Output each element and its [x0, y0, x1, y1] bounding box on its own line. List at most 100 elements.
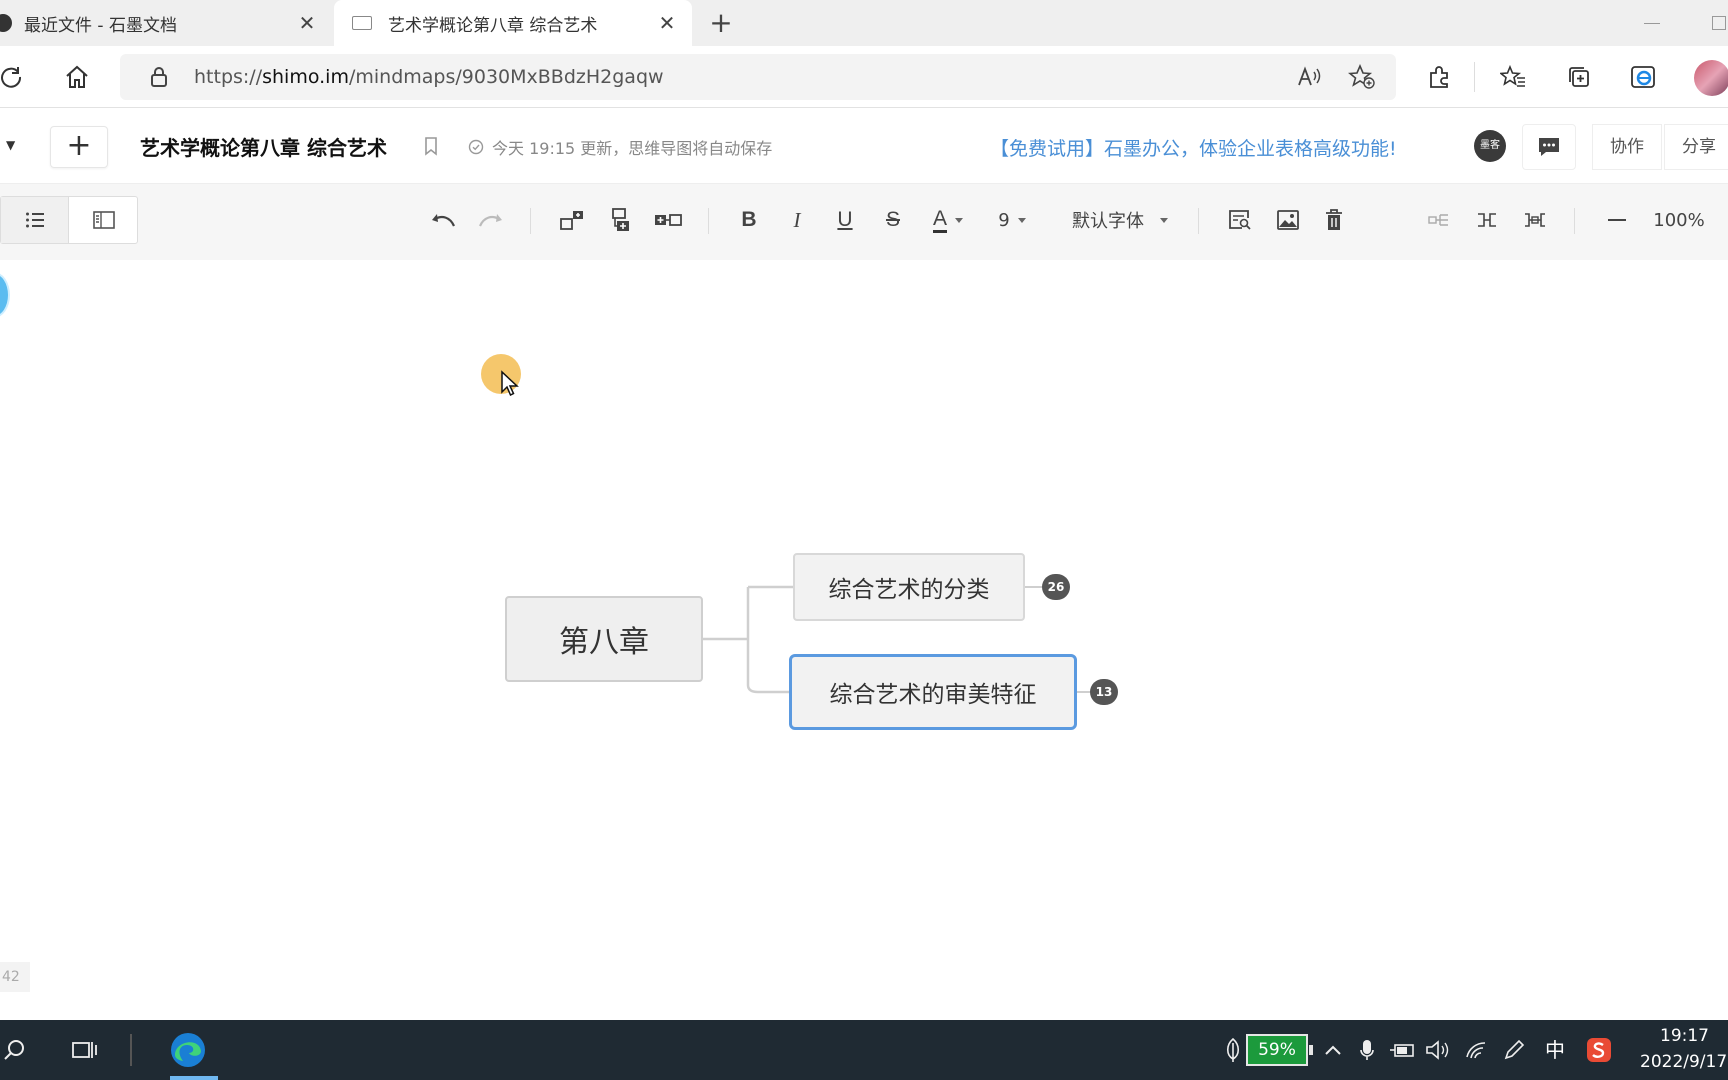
- page-indicator: 42: [0, 962, 30, 992]
- add-child-node-icon: [560, 211, 583, 230]
- minimize-window-button[interactable]: [1642, 12, 1662, 32]
- underline-button[interactable]: U: [830, 202, 860, 238]
- share-button[interactable]: 分享: [1664, 124, 1728, 170]
- bookmark-icon[interactable]: [424, 136, 438, 156]
- dropdown-caret-icon: [1017, 217, 1026, 223]
- layout-left-icon: [1428, 214, 1448, 226]
- layout-both-icon: [1525, 213, 1545, 227]
- divider: [1474, 62, 1475, 92]
- collapsed-count-badge[interactable]: 26: [1042, 574, 1070, 600]
- search-icon[interactable]: [0, 1032, 30, 1068]
- leaf-power-icon[interactable]: [1222, 1032, 1244, 1068]
- volume-icon[interactable]: [1424, 1032, 1452, 1068]
- sogou-ime-icon[interactable]: [1584, 1032, 1614, 1068]
- font-family-value: 默认字体: [1072, 211, 1144, 232]
- input-method-indicator[interactable]: 中: [1545, 1034, 1565, 1063]
- new-document-button[interactable]: +: [50, 126, 108, 168]
- view-toggle: [0, 196, 138, 244]
- insert-note-button[interactable]: [1224, 202, 1256, 238]
- power-plug-icon[interactable]: [1388, 1032, 1416, 1068]
- redo-button[interactable]: [474, 202, 508, 238]
- font-color-button[interactable]: A: [926, 202, 970, 238]
- wifi-icon[interactable]: [1462, 1032, 1490, 1068]
- italic-button[interactable]: I: [782, 202, 812, 238]
- edge-browser-icon[interactable]: [166, 1032, 210, 1068]
- url-text[interactable]: https://shimo.im/mindmaps/9030MxBBdzH2ga…: [194, 66, 664, 88]
- close-tab-icon[interactable]: ✕: [296, 12, 318, 34]
- maximize-window-button[interactable]: [1712, 16, 1726, 30]
- promo-link[interactable]: 【免费试用】石墨办公，体验企业表格高级功能!: [990, 134, 1397, 161]
- mindmap-child-node-selected[interactable]: 综合艺术的审美特征: [789, 654, 1077, 730]
- list-view-button[interactable]: [1, 197, 69, 243]
- lock-icon[interactable]: [150, 67, 168, 91]
- mindmap-canvas[interactable]: [0, 260, 1728, 1020]
- list-icon: [25, 212, 44, 228]
- layout-center-button[interactable]: [1472, 202, 1502, 238]
- tab-recent-files[interactable]: 最近文件 - 石墨文档 ✕: [0, 0, 332, 46]
- saved-check-icon: [468, 139, 484, 155]
- shimo-favicon-icon: [0, 14, 12, 32]
- bold-button[interactable]: B: [734, 202, 764, 238]
- read-aloud-icon[interactable]: [1296, 64, 1322, 94]
- tab-label: 艺术学概论第八章 综合艺术: [388, 15, 598, 36]
- document-title[interactable]: 艺术学概论第八章 综合艺术: [140, 132, 387, 161]
- collaborate-button[interactable]: 协作: [1592, 124, 1662, 170]
- chevron-up-icon[interactable]: [1320, 1032, 1346, 1068]
- pen-icon[interactable]: [1500, 1032, 1528, 1068]
- new-tab-button[interactable]: +: [704, 6, 738, 40]
- layout-center-icon: [1478, 213, 1496, 227]
- save-status-text: 今天 19:15 更新，思维导图将自动保存: [492, 139, 773, 158]
- battery-indicator[interactable]: 59%: [1246, 1034, 1313, 1066]
- strikethrough-button[interactable]: S: [878, 202, 908, 238]
- add-child-node-button[interactable]: [556, 202, 588, 238]
- active-app-indicator: [170, 1076, 218, 1080]
- favorites-icon[interactable]: [1496, 60, 1530, 94]
- mouse-pointer-icon: [500, 370, 520, 402]
- mindmap-child-node[interactable]: 综合艺术的分类: [793, 553, 1025, 621]
- layout-left-button[interactable]: [1424, 202, 1454, 238]
- undo-button[interactable]: [426, 202, 460, 238]
- add-sibling-node-icon: [612, 208, 629, 231]
- font-size-select[interactable]: 9: [990, 202, 1034, 238]
- profile-avatar[interactable]: [1694, 60, 1728, 96]
- save-status: 今天 19:15 更新，思维导图将自动保存: [468, 135, 772, 159]
- ie-mode-icon[interactable]: [1626, 60, 1660, 94]
- reload-icon[interactable]: [0, 60, 28, 94]
- taskbar-divider: [130, 1034, 132, 1066]
- user-avatar[interactable]: 墨客: [1474, 130, 1506, 162]
- microphone-icon[interactable]: [1356, 1032, 1378, 1068]
- mindmap-favicon-icon: [352, 16, 372, 30]
- minus-icon: [1608, 219, 1626, 221]
- tab-label: 最近文件 - 石墨文档: [24, 15, 177, 36]
- mindmap-toolbar: B I U S A 9 默认字体 100%: [0, 184, 1728, 260]
- mindmap-root-node[interactable]: 第八章: [505, 596, 703, 682]
- browser-tab-strip: 最近文件 - 石墨文档 ✕ 艺术学概论第八章 综合艺术 ✕ +: [0, 0, 1728, 46]
- home-icon[interactable]: [60, 60, 94, 94]
- dropdown-caret-icon: [1160, 217, 1168, 223]
- delete-node-button[interactable]: [1318, 202, 1350, 238]
- task-view-icon[interactable]: [66, 1032, 102, 1068]
- outline-view-button[interactable]: [70, 197, 138, 243]
- clock-time[interactable]: 19:17: [1660, 1026, 1709, 1046]
- clock-date[interactable]: 2022/9/17: [1640, 1052, 1727, 1072]
- font-family-select[interactable]: 默认字体: [1064, 202, 1176, 238]
- add-sibling-node-button[interactable]: [605, 202, 637, 238]
- extensions-icon[interactable]: [1422, 60, 1456, 94]
- collapsed-count-badge[interactable]: 13: [1090, 679, 1118, 705]
- font-color-icon: A: [932, 207, 947, 233]
- zoom-out-button[interactable]: [1602, 202, 1632, 238]
- zoom-level[interactable]: 100%: [1648, 202, 1710, 238]
- add-parent-node-button[interactable]: [652, 202, 684, 238]
- dropdown-caret-icon[interactable]: ▼: [6, 138, 15, 152]
- collections-icon[interactable]: [1562, 60, 1596, 94]
- tab-mindmap-document[interactable]: 艺术学概论第八章 综合艺术 ✕: [334, 0, 692, 46]
- address-bar[interactable]: https://shimo.im/mindmaps/9030MxBBdzH2ga…: [120, 54, 1396, 100]
- add-parent-node-icon: [655, 214, 682, 226]
- add-favorite-icon[interactable]: [1347, 63, 1376, 94]
- close-tab-icon[interactable]: ✕: [656, 12, 678, 34]
- comment-button[interactable]: [1522, 124, 1576, 170]
- layout-both-button[interactable]: [1520, 202, 1550, 238]
- note-search-icon: [1229, 210, 1251, 230]
- insert-image-button[interactable]: [1272, 202, 1304, 238]
- comment-icon: [1539, 138, 1559, 156]
